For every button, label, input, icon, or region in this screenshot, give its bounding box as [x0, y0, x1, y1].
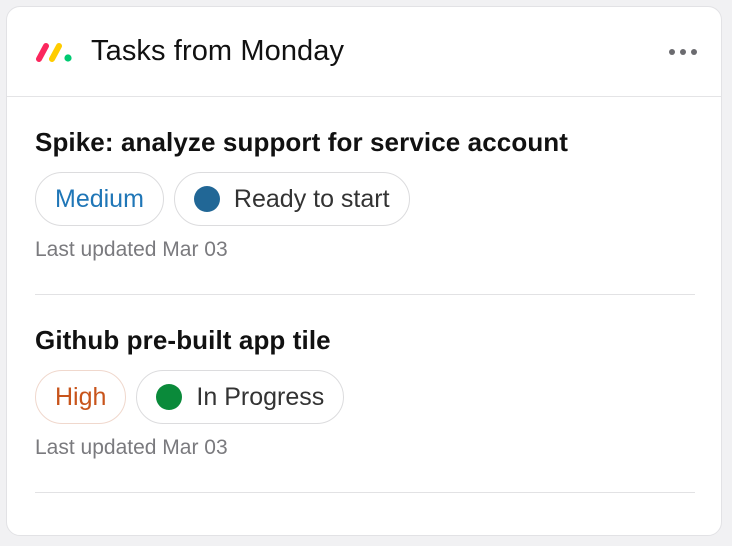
status-dot-icon — [156, 384, 183, 410]
priority-label: High — [55, 382, 107, 411]
more-options-icon[interactable] — [669, 43, 697, 61]
widget-header: Tasks from Monday — [7, 7, 721, 97]
monday-logo-icon — [36, 42, 72, 62]
status-label: Ready to start — [233, 184, 390, 213]
widget-title: Tasks from Monday — [91, 35, 345, 67]
task-title[interactable]: Github pre-built app tile — [35, 323, 695, 357]
priority-chip[interactable]: High — [35, 370, 127, 424]
task-chips: High In Progress — [35, 370, 695, 424]
task-item[interactable]: Github pre-built app tile High In Progre… — [35, 295, 695, 493]
status-chip[interactable]: Ready to start — [173, 172, 410, 226]
status-chip[interactable]: In Progress — [136, 370, 345, 424]
task-title[interactable]: Spike: analyze support for service accou… — [35, 125, 695, 159]
priority-label: Medium — [55, 184, 144, 213]
last-updated: Last updated Mar 03 — [35, 238, 228, 261]
last-updated: Last updated Mar 03 — [35, 436, 228, 459]
tasks-widget: Tasks from Monday Spike: analyze support… — [6, 6, 722, 536]
status-label: In Progress — [196, 382, 325, 411]
status-dot-icon — [193, 186, 220, 212]
task-item[interactable]: Spike: analyze support for service accou… — [35, 97, 695, 295]
task-list: Spike: analyze support for service accou… — [7, 97, 721, 493]
task-chips: Medium Ready to start — [35, 172, 695, 226]
priority-chip[interactable]: Medium — [35, 172, 164, 226]
